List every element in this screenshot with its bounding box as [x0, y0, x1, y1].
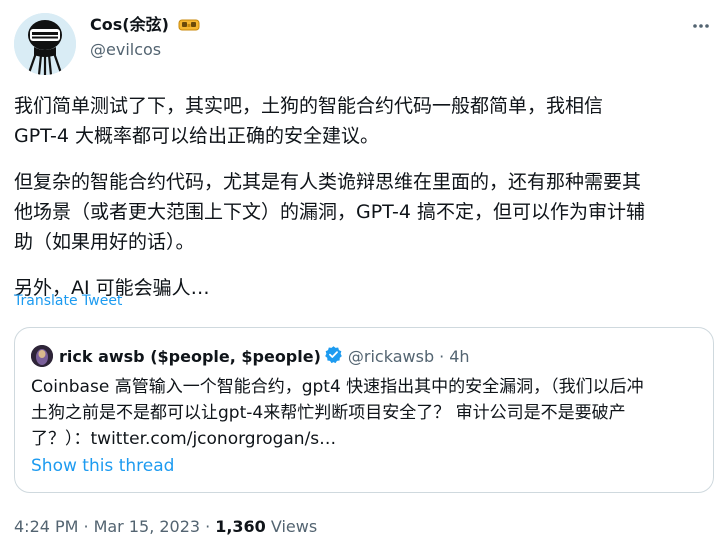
more-icon[interactable]: [691, 16, 711, 36]
tweet-paragraph: 我们简单测试了下，其实吧，土狗的智能合约代码一般都简单，我相信 GPT-4 大概…: [14, 95, 604, 147]
translate-tweet-link[interactable]: Translate Tweet: [14, 292, 122, 310]
tweet-metadata: 4:24 PM · Mar 15, 2023 · 1,360 Views: [14, 516, 317, 538]
tweet-date[interactable]: Mar 15, 2023: [94, 517, 201, 536]
show-thread-link[interactable]: Show this thread: [31, 454, 174, 478]
views-count: 1,360: [215, 517, 266, 536]
views-label: Views: [270, 517, 318, 536]
quoted-author-handle: @rickawsb: [347, 346, 435, 366]
tweet-time[interactable]: 4:24 PM: [14, 517, 78, 536]
author-avatar[interactable]: [14, 13, 76, 75]
quoted-tweet-time[interactable]: 4h: [449, 347, 469, 366]
vr-headset-icon: [178, 16, 200, 38]
separator-dot: ·: [83, 517, 89, 536]
author-name-row[interactable]: Cos(余弦): [90, 14, 200, 38]
tweet-text: 我们简单测试了下，其实吧，土狗的智能合约代码一般都简单，我相信 GPT-4 大概…: [14, 91, 714, 303]
separator-dot: ·: [205, 517, 211, 536]
author-name: Cos(余弦): [90, 15, 169, 34]
quoted-author-name[interactable]: rick awsb ($people, $people): [59, 347, 321, 366]
separator-dot: ·: [439, 346, 445, 366]
author-handle[interactable]: @evilcos: [90, 40, 161, 60]
quoted-tweet-header: rick awsb ($people, $people) @rickawsb ·…: [31, 344, 470, 368]
quoted-tweet-card[interactable]: rick awsb ($people, $people) @rickawsb ·…: [14, 327, 714, 493]
author-avatar-image: [14, 13, 76, 75]
quoted-tweet-text: Coinbase 高管输入一个智能合约，gpt4 快速指出其中的安全漏洞，（我们…: [31, 377, 644, 449]
verified-badge-icon: [324, 345, 343, 368]
quoted-author-avatar[interactable]: [31, 345, 53, 367]
tweet-paragraph: 但复杂的智能合约代码，尤其是有人类诡辩思维在里面的，还有那种需要其 他场景（或者…: [14, 171, 646, 253]
